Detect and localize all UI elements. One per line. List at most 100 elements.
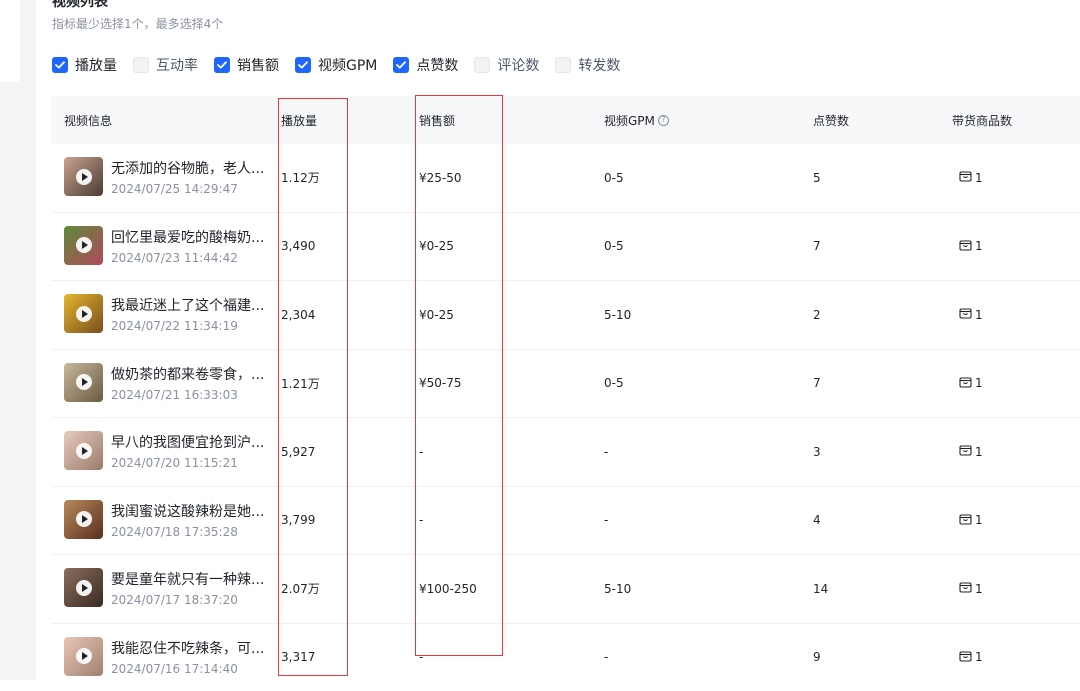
cell-goods[interactable]: 1 — [959, 624, 983, 691]
video-title[interactable]: 我能忍住不吃辣条，可... — [111, 638, 264, 658]
metric-checkbox-2[interactable]: 销售额 — [214, 55, 279, 75]
cell-gpm: - — [604, 624, 608, 691]
metric-checkbox-6[interactable]: 转发数 — [555, 55, 620, 75]
left-gutter — [0, 0, 36, 680]
video-title[interactable]: 早八的我图便宜抢到沪... — [111, 432, 264, 452]
metric-checkbox-3[interactable]: 视频GPM — [295, 55, 377, 75]
metric-checkbox-1[interactable]: 互动率 — [133, 55, 198, 75]
cell-goods[interactable]: 1 — [959, 213, 983, 281]
table-row[interactable]: 我能忍住不吃辣条，可...2024/07/16 17:14:403,317--9… — [51, 624, 1080, 691]
cell-likes: 5 — [813, 144, 821, 212]
checkbox-checked-icon[interactable] — [52, 57, 68, 73]
play-icon[interactable] — [76, 511, 92, 527]
play-icon[interactable] — [76, 443, 92, 459]
video-title[interactable]: 无添加的谷物脆，老人... — [111, 158, 264, 178]
play-icon[interactable] — [76, 374, 92, 390]
cell-gpm: 5-10 — [604, 555, 631, 623]
goods-count[interactable]: 1 — [959, 513, 983, 528]
video-thumbnail[interactable] — [64, 226, 103, 265]
play-icon[interactable] — [76, 169, 92, 185]
video-title[interactable]: 要是童年就只有一种辣... — [111, 569, 264, 589]
cell-goods[interactable]: 1 — [959, 555, 983, 623]
cell-goods[interactable]: 1 — [959, 144, 983, 212]
play-icon[interactable] — [76, 648, 92, 664]
metric-selection-hint: 指标最少选择1个，最多选择4个 — [52, 15, 223, 32]
cell-plays: 3,490 — [281, 213, 315, 281]
video-table: 视频信息播放量销售额视频GPM?点赞数带货商品数 无添加的谷物脆，老人...20… — [51, 96, 1080, 691]
video-thumbnail[interactable] — [64, 363, 103, 402]
checkbox-checked-icon[interactable] — [214, 57, 230, 73]
col-header-sales[interactable]: 销售额 — [419, 96, 455, 144]
cell-likes: 7 — [813, 350, 821, 418]
video-title[interactable]: 我最近迷上了这个福建... — [111, 295, 264, 315]
cell-sales: - — [419, 487, 423, 555]
checkbox-checked-icon[interactable] — [295, 57, 311, 73]
shopping-bag-icon — [959, 513, 972, 528]
col-header-gpm[interactable]: 视频GPM? — [604, 96, 669, 144]
goods-count-value: 1 — [975, 308, 983, 322]
goods-count[interactable]: 1 — [959, 581, 983, 596]
metric-label: 点赞数 — [416, 55, 458, 75]
checkbox-unchecked-icon[interactable] — [474, 57, 490, 73]
cell-gpm: - — [604, 487, 608, 555]
video-title[interactable]: 我闺蜜说这酸辣粉是她... — [111, 501, 264, 521]
video-title[interactable]: 回忆里最爱吃的酸梅奶... — [111, 227, 264, 247]
cell-likes: 9 — [813, 624, 821, 691]
goods-count[interactable]: 1 — [959, 170, 983, 185]
cell-goods[interactable]: 1 — [959, 418, 983, 486]
goods-count-value: 1 — [975, 513, 983, 527]
goods-count[interactable]: 1 — [959, 239, 983, 254]
checkbox-checked-icon[interactable] — [393, 57, 409, 73]
video-publish-time: 2024/07/17 18:37:20 — [111, 593, 238, 607]
table-row[interactable]: 早八的我图便宜抢到沪...2024/07/20 11:15:215,927--3… — [51, 418, 1080, 487]
cell-sales: - — [419, 418, 423, 486]
goods-count[interactable]: 1 — [959, 650, 983, 665]
video-thumbnail[interactable] — [64, 568, 103, 607]
col-header-plays[interactable]: 播放量 — [281, 96, 317, 144]
col-header-label: 视频信息 — [64, 112, 112, 129]
play-icon[interactable] — [76, 237, 92, 253]
cell-goods[interactable]: 1 — [959, 487, 983, 555]
play-icon[interactable] — [76, 580, 92, 596]
video-thumbnail[interactable] — [64, 431, 103, 470]
shopping-bag-icon — [959, 444, 972, 459]
cell-sales: - — [419, 624, 423, 691]
video-thumbnail[interactable] — [64, 500, 103, 539]
shopping-bag-icon — [959, 650, 972, 665]
goods-count[interactable]: 1 — [959, 376, 983, 391]
table-row[interactable]: 无添加的谷物脆，老人...2024/07/25 14:29:471.12万¥25… — [51, 144, 1080, 213]
video-publish-time: 2024/07/21 16:33:03 — [111, 388, 238, 402]
cell-likes: 3 — [813, 418, 821, 486]
metric-checkbox-4[interactable]: 点赞数 — [393, 55, 458, 75]
cell-goods[interactable]: 1 — [959, 281, 983, 349]
cell-plays: 1.21万 — [281, 350, 320, 418]
table-row[interactable]: 回忆里最爱吃的酸梅奶...2024/07/23 11:44:423,490¥0-… — [51, 213, 1080, 282]
shopping-bag-icon — [959, 307, 972, 322]
checkbox-unchecked-icon[interactable] — [133, 57, 149, 73]
video-title[interactable]: 做奶茶的都来卷零食，... — [111, 364, 264, 384]
video-thumbnail[interactable] — [64, 637, 103, 676]
goods-count-value: 1 — [975, 376, 983, 390]
help-question-icon[interactable]: ? — [658, 115, 669, 126]
table-row[interactable]: 做奶茶的都来卷零食，...2024/07/21 16:33:031.21万¥50… — [51, 350, 1080, 419]
cell-gpm: 0-5 — [604, 213, 624, 281]
metric-label: 视频GPM — [318, 55, 377, 75]
table-row[interactable]: 要是童年就只有一种辣...2024/07/17 18:37:202.07万¥10… — [51, 555, 1080, 624]
goods-count[interactable]: 1 — [959, 444, 983, 459]
metric-checkbox-0[interactable]: 播放量 — [52, 55, 117, 75]
cell-gpm: 5-10 — [604, 281, 631, 349]
table-row[interactable]: 我闺蜜说这酸辣粉是她...2024/07/18 17:35:283,799--4… — [51, 487, 1080, 556]
video-thumbnail[interactable] — [64, 157, 103, 196]
goods-count-value: 1 — [975, 582, 983, 596]
video-publish-time: 2024/07/18 17:35:28 — [111, 525, 238, 539]
video-list-panel: 视频列表 指标最少选择1个，最多选择4个 播放量互动率销售额视频GPM点赞数评论… — [36, 0, 1080, 680]
video-thumbnail[interactable] — [64, 294, 103, 333]
cell-goods[interactable]: 1 — [959, 350, 983, 418]
goods-count[interactable]: 1 — [959, 307, 983, 322]
checkbox-unchecked-icon[interactable] — [555, 57, 571, 73]
metric-checkbox-5[interactable]: 评论数 — [474, 55, 539, 75]
play-icon[interactable] — [76, 306, 92, 322]
col-header-label: 播放量 — [281, 112, 317, 129]
table-row[interactable]: 我最近迷上了这个福建...2024/07/22 11:34:192,304¥0-… — [51, 281, 1080, 350]
col-header-likes[interactable]: 点赞数 — [813, 96, 849, 144]
